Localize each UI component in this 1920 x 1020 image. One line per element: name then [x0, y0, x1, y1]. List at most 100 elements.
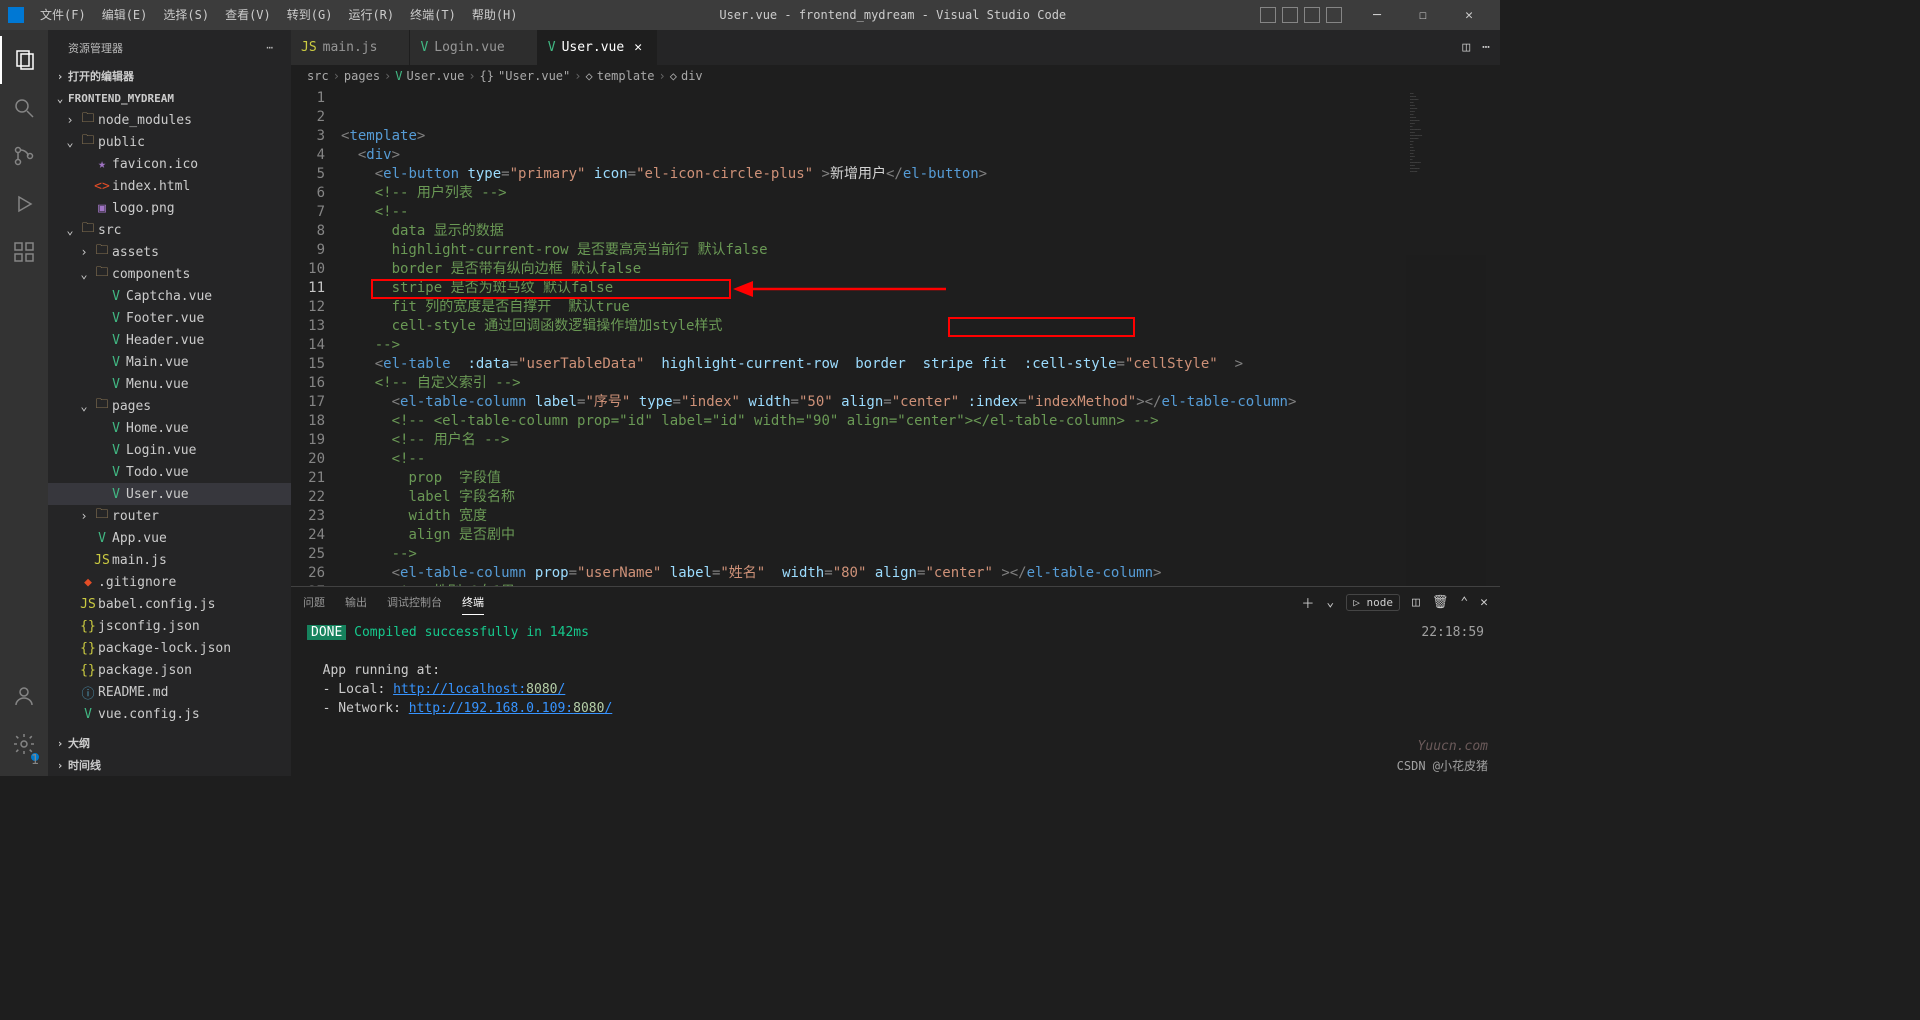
breadcrumbs[interactable]: src›pages›VUser.vue›{}"User.vue"›◇templa… [291, 65, 1500, 87]
tree-item[interactable]: ▣logo.png [48, 197, 291, 219]
tree-item[interactable]: {}package.json [48, 659, 291, 681]
close-panel-icon[interactable]: ✕ [1480, 595, 1488, 610]
tree-item[interactable]: VLogin.vue [48, 439, 291, 461]
trash-icon[interactable]: 🗑 [1432, 595, 1449, 610]
file-icon: V [106, 487, 126, 502]
panel-tab[interactable]: 调试控制台 [387, 590, 442, 614]
tree-item[interactable]: VMain.vue [48, 351, 291, 373]
extensions-icon[interactable] [0, 228, 48, 276]
timeline-section[interactable]: ›时间线 [48, 754, 291, 776]
minimize-button[interactable]: ─ [1354, 0, 1400, 30]
tree-item[interactable]: {}jsconfig.json [48, 615, 291, 637]
tree-item[interactable]: ⌄🗀components [48, 263, 291, 285]
layout-btn[interactable] [1282, 7, 1298, 23]
open-editors-section[interactable]: ›打开的编辑器 [48, 65, 291, 87]
layout-btn[interactable] [1260, 7, 1276, 23]
menu-item[interactable]: 选择(S) [155, 0, 217, 30]
tree-item[interactable]: ⌄🗀src [48, 219, 291, 241]
tree-item-label: User.vue [126, 487, 189, 502]
tree-item[interactable]: JSmain.js [48, 549, 291, 571]
tree-item-label: .gitignore [98, 575, 176, 590]
source-control-icon[interactable] [0, 132, 48, 180]
layout-btn[interactable] [1304, 7, 1320, 23]
menu-item[interactable]: 转到(G) [279, 0, 341, 30]
explorer-icon[interactable] [0, 36, 48, 84]
more-icon[interactable]: ⋯ [266, 41, 275, 54]
sidebar: 资源管理器 ⋯ ›打开的编辑器 ⌄FRONTEND_MYDREAM ›🗀node… [48, 30, 291, 776]
run-debug-icon[interactable] [0, 180, 48, 228]
editor-tab[interactable]: VLogin.vue✕ [410, 30, 537, 65]
network-link[interactable]: http://192.168.0.109:8080/ [409, 701, 613, 716]
settings-icon[interactable]: 1 [0, 720, 48, 768]
tab-label: Login.vue [434, 40, 504, 55]
split-terminal-icon[interactable]: ◫ [1412, 595, 1420, 610]
tree-item[interactable]: VHome.vue [48, 417, 291, 439]
menu-item[interactable]: 运行(R) [340, 0, 402, 30]
panel-tab[interactable]: 输出 [345, 590, 367, 614]
menu-item[interactable]: 帮助(H) [464, 0, 526, 30]
menu-item[interactable]: 终端(T) [402, 0, 464, 30]
tree-item[interactable]: VTodo.vue [48, 461, 291, 483]
more-icon[interactable]: ⋯ [1482, 40, 1490, 55]
terminal-node-badge[interactable]: ▷ node [1346, 594, 1400, 611]
project-section[interactable]: ⌄FRONTEND_MYDREAM [48, 87, 291, 109]
tree-item[interactable]: {}package-lock.json [48, 637, 291, 659]
breadcrumb-item[interactable]: pages [344, 69, 380, 83]
outline-section[interactable]: ›大纲 [48, 732, 291, 754]
tree-item[interactable]: VHeader.vue [48, 329, 291, 351]
minimap[interactable]: ▬▬▬▬▬▬▬▬▬▬▬▬▬▬▬▬▬▬▬▬▬▬▬▬▬▬▬▬▬▬▬▬▬▬▬▬▬▬▬▬… [1406, 87, 1486, 586]
tree-item[interactable]: ◆.gitignore [48, 571, 291, 593]
breadcrumb-icon: V [395, 69, 402, 83]
code-editor[interactable]: 1234567891011121314151617181920212223242… [291, 87, 1500, 586]
split-editor-icon[interactable]: ◫ [1462, 40, 1470, 55]
tree-item-label: public [98, 135, 145, 150]
panel-tab[interactable]: 终端 [462, 590, 484, 615]
tree-item[interactable]: VApp.vue [48, 527, 291, 549]
tree-item[interactable]: VUser.vue [48, 483, 291, 505]
menu-item[interactable]: 文件(F) [32, 0, 94, 30]
tree-item[interactable]: ⌄🗀public [48, 131, 291, 153]
tree-item[interactable]: ★favicon.ico [48, 153, 291, 175]
chevron-down-icon[interactable]: ⌄ [1326, 595, 1334, 610]
tree-item[interactable]: VMenu.vue [48, 373, 291, 395]
menu-item[interactable]: 编辑(E) [94, 0, 156, 30]
code-content[interactable]: <template> <div> <el-button type="primar… [341, 87, 1500, 586]
breadcrumb-item[interactable]: div [681, 69, 703, 83]
localhost-link[interactable]: http://localhost:8080/ [393, 682, 565, 697]
file-icon: JS [92, 553, 112, 568]
breadcrumb-item[interactable]: template [597, 69, 655, 83]
layout-btn[interactable] [1326, 7, 1342, 23]
status-bar[interactable] [0, 776, 1500, 798]
tree-item[interactable]: ⌄🗀pages [48, 395, 291, 417]
close-tab-icon[interactable]: ✕ [630, 40, 646, 55]
file-icon: V [106, 355, 126, 370]
tree-item[interactable]: JSbabel.config.js [48, 593, 291, 615]
close-button[interactable]: ✕ [1446, 0, 1492, 30]
menu-item[interactable]: 查看(V) [217, 0, 279, 30]
new-terminal-icon[interactable]: ＋ [1301, 593, 1314, 612]
panel-tab[interactable]: 问题 [303, 590, 325, 614]
terminal-output[interactable]: 22:18:59 DONE Compiled successfully in 1… [291, 617, 1500, 776]
breadcrumb-item[interactable]: "User.vue" [498, 69, 570, 83]
tree-item[interactable]: ⓘREADME.md [48, 681, 291, 703]
search-icon[interactable] [0, 84, 48, 132]
tree-item[interactable]: ›🗀node_modules [48, 109, 291, 131]
file-icon: V [78, 707, 98, 722]
tree-item[interactable]: ›🗀assets [48, 241, 291, 263]
tree-item-label: router [112, 509, 159, 524]
tree-item[interactable]: VFooter.vue [48, 307, 291, 329]
tree-item[interactable]: VCaptcha.vue [48, 285, 291, 307]
file-icon: V [106, 465, 126, 480]
line-gutter: 1234567891011121314151617181920212223242… [291, 87, 341, 586]
tree-item[interactable]: ›🗀router [48, 505, 291, 527]
editor-tab[interactable]: VUser.vue✕ [538, 30, 657, 65]
maximize-button[interactable]: ☐ [1400, 0, 1446, 30]
maximize-panel-icon[interactable]: ⌃ [1460, 595, 1468, 610]
breadcrumb-item[interactable]: src [307, 69, 329, 83]
tree-item[interactable]: Vvue.config.js [48, 703, 291, 725]
account-icon[interactable] [0, 672, 48, 720]
tree-item[interactable]: <>index.html [48, 175, 291, 197]
file-icon: JS [78, 597, 98, 612]
editor-tab[interactable]: JSmain.js✕ [291, 30, 410, 65]
breadcrumb-item[interactable]: User.vue [407, 69, 465, 83]
